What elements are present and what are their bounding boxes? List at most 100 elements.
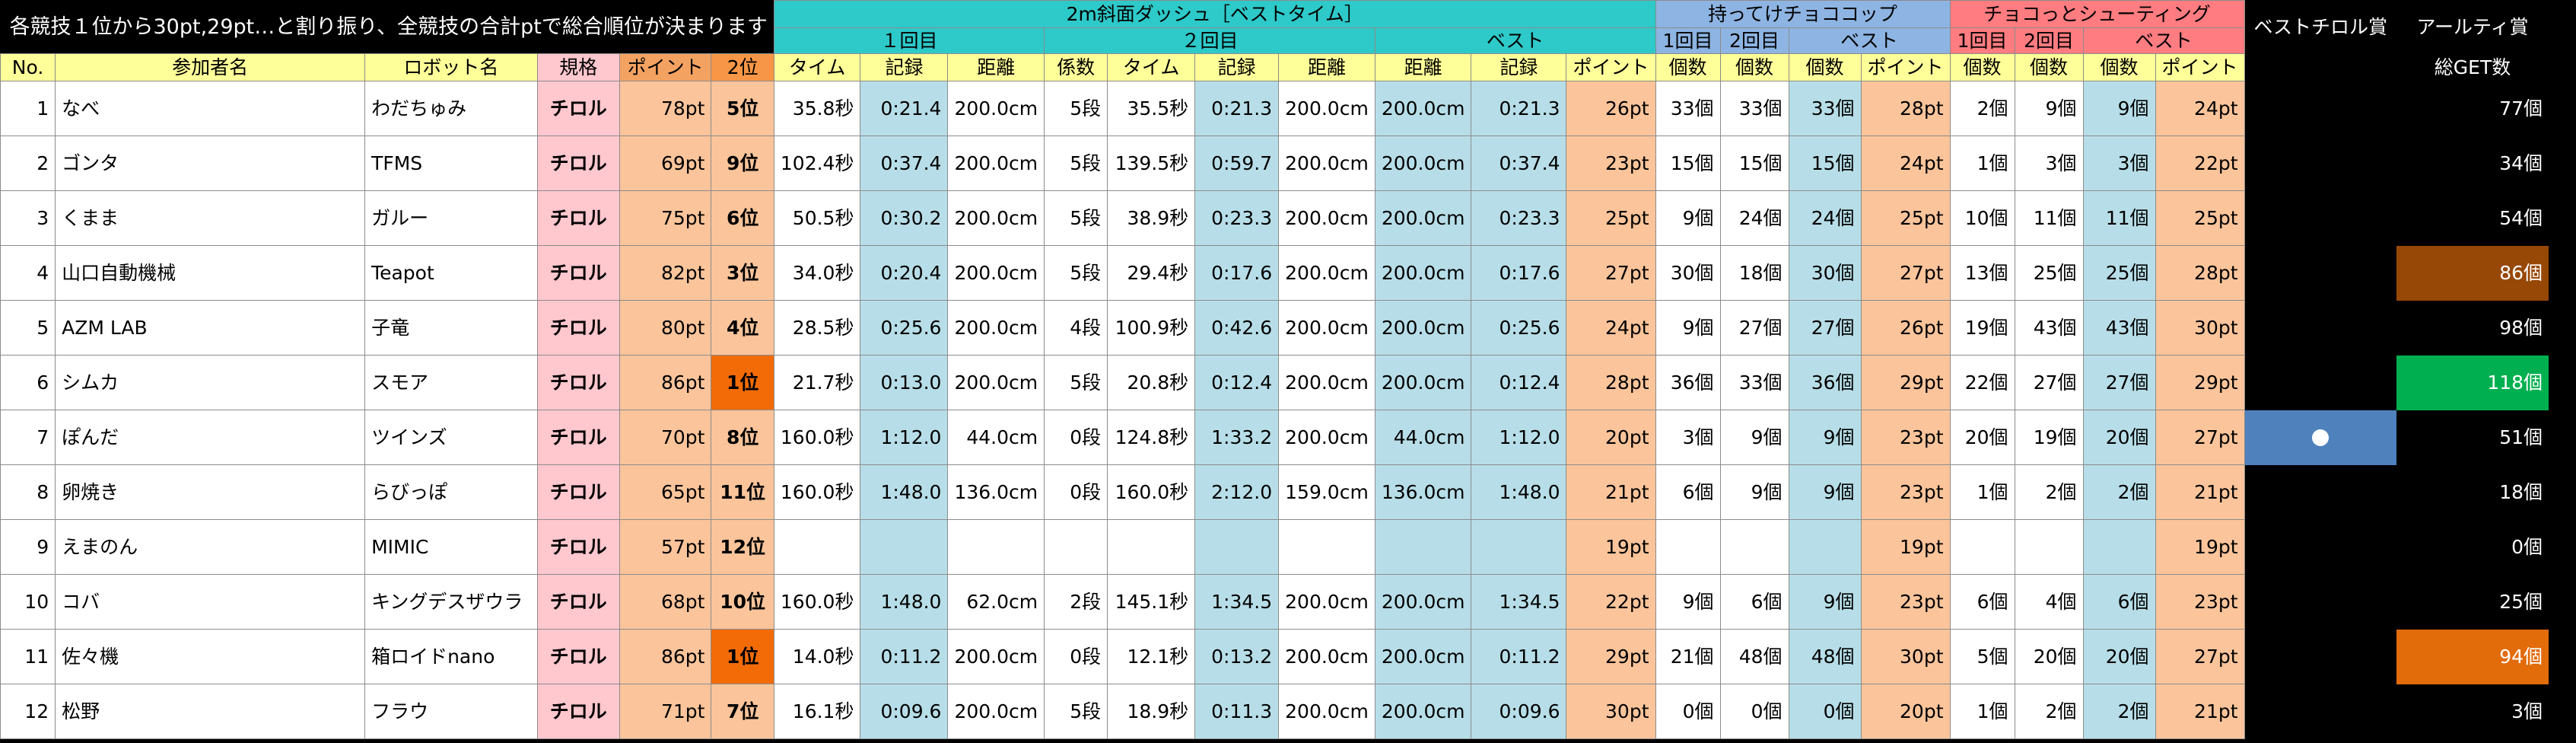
cell-no[interactable]: 10 (0, 574, 56, 630)
cell-best-record[interactable]: 1:12.0 (1471, 410, 1567, 465)
cell-dash-point[interactable]: 23pt (1566, 136, 1656, 191)
cell-class[interactable]: チロル (536, 81, 620, 136)
cell-points[interactable]: 69pt (619, 136, 712, 191)
cell-name[interactable]: AZM LAB (55, 300, 366, 356)
cell-distance-2[interactable]: 200.0cm (1278, 81, 1375, 136)
cell-cup-count-best[interactable]: 36個 (1788, 355, 1862, 410)
cell-name[interactable]: 佐々機 (55, 629, 366, 684)
cell-name[interactable]: なべ (55, 81, 366, 136)
cell-record-2[interactable]: 0:17.6 (1194, 245, 1280, 301)
cell-distance-1[interactable]: 200.0cm (947, 190, 1045, 246)
cell-shoot-count-2[interactable]: 9個 (2014, 81, 2084, 136)
cell-time-1[interactable]: 14.0秒 (773, 629, 861, 684)
cell-time-1[interactable] (773, 519, 861, 575)
cell-rank[interactable]: 8位 (711, 410, 774, 465)
cell-record-1[interactable]: 0:20.4 (860, 245, 949, 301)
cell-best-record[interactable]: 0:11.2 (1471, 629, 1567, 684)
cell-shoot-count-2[interactable]: 27個 (2014, 355, 2084, 410)
cell-points[interactable]: 71pt (619, 684, 712, 739)
cell-dash-point[interactable]: 25pt (1566, 190, 1656, 246)
cell-dash-point[interactable]: 19pt (1566, 519, 1656, 575)
cell-time-1[interactable]: 21.7秒 (773, 355, 861, 410)
cell-shoot-count-2[interactable] (2014, 519, 2084, 575)
cell-class[interactable]: チロル (536, 355, 620, 410)
cell-robot[interactable]: らびっぽ (364, 464, 538, 520)
cell-class[interactable]: チロル (536, 136, 620, 191)
cell-cup-count-1[interactable]: 9個 (1655, 190, 1721, 246)
cell-shoot-count-best[interactable]: 3個 (2082, 136, 2156, 191)
cell-cup-count-best[interactable]: 24個 (1788, 190, 1862, 246)
cell-cup-point[interactable]: 24pt (1860, 136, 1951, 191)
cell-coef[interactable]: 5段 (1044, 190, 1108, 246)
cell-distance-1[interactable]: 62.0cm (947, 574, 1045, 630)
cell-shoot-point[interactable]: 24pt (2155, 81, 2245, 136)
cell-distance-2[interactable]: 200.0cm (1278, 629, 1375, 684)
cell-record-2[interactable]: 0:13.2 (1194, 629, 1280, 684)
cell-best-distance[interactable]: 136.0cm (1374, 464, 1472, 520)
cell-class[interactable]: チロル (536, 190, 620, 246)
cell-robot[interactable]: キングデスザウラ (364, 574, 538, 630)
cell-shoot-count-best[interactable]: 27個 (2082, 355, 2156, 410)
cell-cup-count-1[interactable]: 21個 (1655, 629, 1721, 684)
cell-no[interactable]: 7 (0, 410, 56, 465)
cell-cup-point[interactable]: 20pt (1860, 684, 1951, 739)
cell-time-2[interactable]: 124.8秒 (1107, 410, 1196, 465)
cell-record-2[interactable]: 0:59.7 (1194, 136, 1280, 191)
cell-shoot-count-1[interactable]: 22個 (1949, 355, 2015, 410)
cell-cup-point[interactable]: 23pt (1860, 464, 1951, 520)
cell-record-1[interactable]: 0:30.2 (860, 190, 949, 246)
cell-shoot-count-2[interactable]: 19個 (2014, 410, 2084, 465)
cell-class[interactable]: チロル (536, 519, 620, 575)
cell-distance-1[interactable] (947, 519, 1045, 575)
cell-time-1[interactable]: 160.0秒 (773, 574, 861, 630)
cell-cup-point[interactable]: 19pt (1860, 519, 1951, 575)
cell-cup-count-2[interactable]: 0個 (1719, 684, 1789, 739)
cell-cup-count-2[interactable]: 33個 (1719, 81, 1789, 136)
cell-shoot-count-best[interactable]: 2個 (2082, 684, 2156, 739)
cell-cup-count-1[interactable]: 0個 (1655, 684, 1721, 739)
cell-best-distance[interactable]: 44.0cm (1374, 410, 1472, 465)
cell-cup-count-best[interactable]: 9個 (1788, 410, 1862, 465)
cell-cup-count-2[interactable] (1719, 519, 1789, 575)
cell-no[interactable]: 3 (0, 190, 56, 246)
cell-distance-1[interactable]: 136.0cm (947, 464, 1045, 520)
cell-best-distance[interactable]: 200.0cm (1374, 136, 1472, 191)
cell-points[interactable]: 80pt (619, 300, 712, 356)
cell-class[interactable]: チロル (536, 464, 620, 520)
cell-cup-count-2[interactable]: 48個 (1719, 629, 1789, 684)
cell-time-2[interactable]: 139.5秒 (1107, 136, 1196, 191)
cell-record-1[interactable] (860, 519, 949, 575)
cell-shoot-count-best[interactable]: 25個 (2082, 245, 2156, 301)
cell-robot[interactable]: MIMIC (364, 519, 538, 575)
cell-best-record[interactable]: 1:48.0 (1471, 464, 1567, 520)
cell-cup-point[interactable]: 27pt (1860, 245, 1951, 301)
cell-class[interactable]: チロル (536, 574, 620, 630)
cell-time-1[interactable]: 34.0秒 (773, 245, 861, 301)
cell-coef[interactable]: 0段 (1044, 629, 1108, 684)
cell-shoot-point[interactable]: 28pt (2155, 245, 2245, 301)
cell-shoot-count-best[interactable]: 20個 (2082, 629, 2156, 684)
cell-points[interactable]: 68pt (619, 574, 712, 630)
cell-cup-count-best[interactable]: 0個 (1788, 684, 1862, 739)
cell-shoot-count-2[interactable]: 11個 (2014, 190, 2084, 246)
cell-cup-count-1[interactable]: 15個 (1655, 136, 1721, 191)
cell-time-1[interactable]: 35.8秒 (773, 81, 861, 136)
cell-points[interactable]: 57pt (619, 519, 712, 575)
cell-distance-1[interactable]: 200.0cm (947, 300, 1045, 356)
cell-distance-2[interactable]: 200.0cm (1278, 136, 1375, 191)
cell-shoot-count-2[interactable]: 4個 (2014, 574, 2084, 630)
cell-shoot-point[interactable]: 27pt (2155, 410, 2245, 465)
cell-best-record[interactable]: 0:37.4 (1471, 136, 1567, 191)
cell-shoot-count-1[interactable]: 10個 (1949, 190, 2015, 246)
cell-cup-count-1[interactable]: 3個 (1655, 410, 1721, 465)
cell-rank[interactable]: 10位 (711, 574, 774, 630)
cell-cup-count-best[interactable]: 30個 (1788, 245, 1862, 301)
cell-time-2[interactable]: 35.5秒 (1107, 81, 1196, 136)
cell-best-distance[interactable]: 200.0cm (1374, 684, 1472, 739)
cell-cup-point[interactable]: 28pt (1860, 81, 1951, 136)
cell-best-record[interactable]: 0:21.3 (1471, 81, 1567, 136)
cell-distance-2[interactable]: 200.0cm (1278, 300, 1375, 356)
cell-cup-count-2[interactable]: 9個 (1719, 410, 1789, 465)
cell-cup-count-best[interactable]: 27個 (1788, 300, 1862, 356)
cell-rank[interactable]: 9位 (711, 136, 774, 191)
